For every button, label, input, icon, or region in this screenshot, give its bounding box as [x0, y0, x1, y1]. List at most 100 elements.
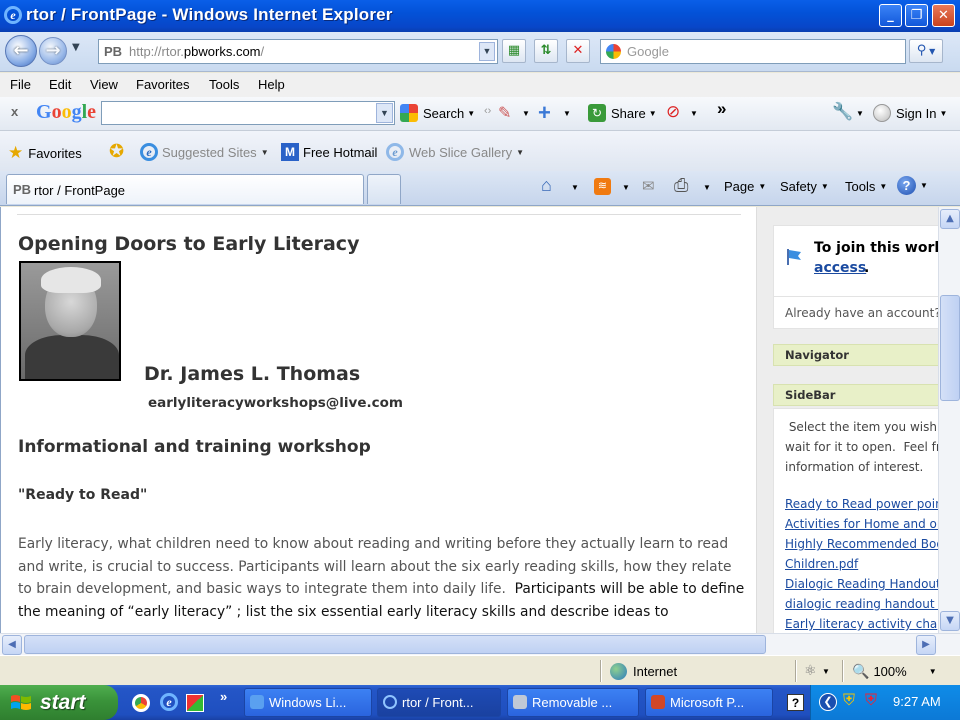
security-zone[interactable]: Internet	[610, 663, 677, 680]
navigator-header[interactable]: Navigator	[773, 344, 944, 366]
sidebar-link-activity-chart[interactable]: Early literacy activity cha	[785, 617, 937, 631]
home-icon[interactable]: ⌂	[541, 175, 552, 196]
share-button[interactable]: ↻ Share ▼	[588, 104, 657, 122]
new-tab-button[interactable]	[367, 174, 401, 204]
url-input[interactable]: PB http://rtor.pbworks.com/ ▼	[98, 39, 498, 64]
menu-favorites[interactable]: Favorites	[136, 77, 189, 92]
compatibility-button[interactable]: ▦	[502, 39, 526, 63]
vertical-scroll-thumb[interactable]	[940, 295, 960, 401]
stop-button[interactable]: ✕	[566, 39, 590, 63]
minimize-button[interactable]: _	[879, 4, 902, 27]
menu-view[interactable]: View	[90, 77, 118, 92]
bookmark-dropdown[interactable]: ▼	[522, 109, 530, 118]
scroll-down-button[interactable]: ▼	[940, 611, 960, 631]
taskbar-button-windows-live[interactable]: Windows Li...	[244, 688, 372, 717]
safety-menu[interactable]: Safety ▼	[780, 179, 829, 194]
blocked-popups-icon[interactable]: ⊘	[666, 102, 680, 122]
sidebar-link-ready-to-read[interactable]: Ready to Read power poin	[785, 497, 943, 511]
refresh-button[interactable]: ⇅	[534, 39, 558, 63]
home-dropdown[interactable]: ▼	[571, 183, 579, 192]
window-titlebar[interactable]: e rtor / FrontPage - Windows Internet Ex…	[0, 0, 960, 32]
more-tools-chevron[interactable]: »	[717, 99, 726, 119]
toolbar-close-button[interactable]: x	[11, 104, 18, 119]
page-viewport[interactable]: Opening Doors to Early Literacy Dr. Jame…	[0, 207, 944, 633]
print-dropdown[interactable]: ▼	[703, 183, 711, 192]
back-arrow-icon: ←	[13, 40, 29, 61]
chrome-quicklaunch-icon[interactable]	[132, 694, 150, 712]
close-button[interactable]: ✕	[932, 4, 955, 27]
sidebar-link-recommended-books[interactable]: Highly Recommended Book	[785, 537, 944, 551]
google-search-button[interactable]: Search ▼	[400, 104, 475, 122]
mail-icon[interactable]: ✉	[642, 177, 655, 195]
free-hotmail-link[interactable]: M Free Hotmail	[281, 143, 377, 161]
scroll-up-button[interactable]: ▲	[940, 209, 960, 229]
site-favicon: PB	[104, 44, 123, 59]
quicklaunch-more-chevron[interactable]: »	[220, 689, 227, 704]
page-menu[interactable]: Page ▼	[724, 179, 766, 194]
tray-expand-icon[interactable]: ❮	[819, 693, 837, 711]
help-tray-icon[interactable]: ?	[787, 694, 804, 711]
google-search-input[interactable]: ▼	[101, 101, 395, 125]
popups-dropdown[interactable]: ▼	[690, 109, 698, 118]
antivirus-shield-icon[interactable]: ⛨	[865, 692, 877, 710]
vertical-scrollbar[interactable]: ▲ ▼	[938, 207, 960, 633]
zoom-control[interactable]: 🔍 100% ▼	[852, 663, 937, 680]
wrench-dropdown[interactable]: ▼	[856, 109, 864, 118]
add-to-favorites-bar-icon[interactable]: ✪	[109, 141, 124, 162]
menu-edit[interactable]: Edit	[49, 77, 71, 92]
taskbar-button-powerpoint[interactable]: Microsoft P...	[645, 688, 773, 717]
refresh-icon: ⇅	[540, 43, 552, 58]
already-have-account-text[interactable]: Already have an account?	[785, 306, 941, 320]
recent-pages-dropdown[interactable]: ▼	[72, 42, 80, 53]
security-shield-icon[interactable]: ⛨	[843, 692, 855, 710]
paint-quicklaunch-icon[interactable]	[186, 694, 204, 712]
suggested-sites-link[interactable]: e Suggested Sites ▼	[140, 143, 269, 161]
scroll-left-button[interactable]: ◀	[2, 635, 22, 655]
scroll-right-button[interactable]: ▶	[916, 635, 936, 655]
forward-button[interactable]: →	[39, 37, 67, 65]
tab-rtor-frontpage[interactable]: PB rtor / FrontPage	[6, 174, 364, 204]
menu-file[interactable]: File	[10, 77, 31, 92]
taskbar-button-removable[interactable]: Removable ...	[507, 688, 639, 717]
ie-favicon-icon: e	[140, 143, 158, 161]
sidebar-header[interactable]: SideBar	[773, 384, 944, 406]
menu-help[interactable]: Help	[258, 77, 285, 92]
protected-mode-icon[interactable]: ⚛	[804, 662, 817, 679]
search-input[interactable]: Google	[600, 39, 906, 64]
rss-icon[interactable]: ≋	[594, 178, 611, 195]
add-button-icon[interactable]: +	[538, 100, 551, 126]
powerpoint-icon	[651, 695, 665, 709]
protected-mode-dropdown[interactable]: ▼	[822, 667, 830, 676]
sidebar-link-dialogic-handout[interactable]: Dialogic Reading Handout.p	[785, 577, 944, 591]
tools-menu[interactable]: Tools ▼	[845, 179, 887, 194]
removable-disk-icon	[513, 695, 527, 709]
rss-dropdown[interactable]: ▼	[622, 183, 630, 192]
clock[interactable]: 9:27 AM	[893, 694, 941, 709]
system-tray: ? ❮ ⛨ ⛨ 9:27 AM	[787, 685, 960, 720]
add-dropdown[interactable]: ▼	[563, 109, 571, 118]
horizontal-scroll-thumb[interactable]	[24, 635, 766, 654]
sidebar-link-children-pdf[interactable]: Children.pdf	[785, 557, 858, 571]
sidebar-link-activities[interactable]: Activities for Home and or	[785, 517, 942, 531]
url-dropdown-button[interactable]: ▼	[479, 42, 495, 61]
print-icon[interactable]: ⎙	[674, 175, 688, 196]
request-access-link[interactable]: access	[814, 260, 866, 276]
bookmark-icon[interactable]: ✎	[498, 103, 511, 123]
horizontal-scrollbar[interactable]: ◀ ▶	[0, 633, 960, 655]
favorites-button[interactable]: ★ Favorites	[8, 143, 82, 163]
sign-in-button[interactable]: Sign In ▼	[873, 104, 947, 122]
back-button[interactable]: ←	[5, 35, 37, 67]
web-slice-gallery-link[interactable]: e Web Slice Gallery ▼	[386, 143, 524, 161]
wrench-icon[interactable]: 🔧	[832, 102, 853, 122]
maximize-button[interactable]: ❐	[905, 4, 928, 27]
google-search-dropdown[interactable]: ▼	[376, 103, 393, 123]
help-menu[interactable]: ? ▼	[897, 176, 928, 195]
sidebar-link-dialogic-handout-2[interactable]: dialogic reading handout fo	[785, 597, 944, 611]
menu-tools[interactable]: Tools	[209, 77, 239, 92]
search-button[interactable]: ⚲ ▼	[909, 39, 943, 63]
taskbar-button-ie[interactable]: rtor / Front...	[377, 688, 501, 717]
windows-flag-icon	[11, 695, 31, 710]
sidebar-body: Select the item you wish t wait for it t…	[773, 408, 944, 633]
start-button[interactable]: start	[0, 685, 118, 720]
ie-quicklaunch-icon[interactable]: e	[160, 693, 178, 711]
